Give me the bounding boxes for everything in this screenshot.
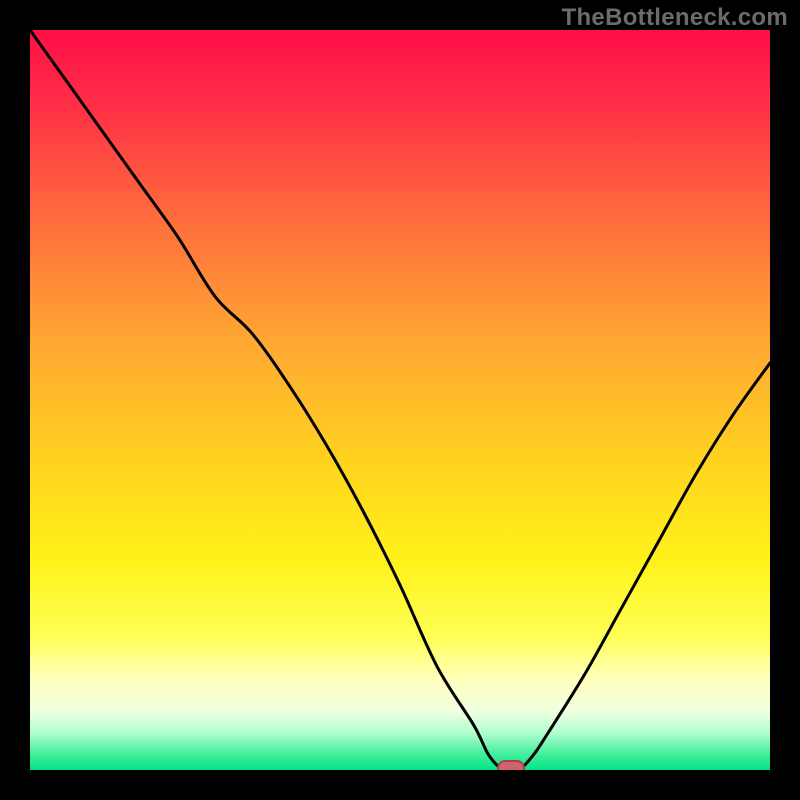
- bottleneck-curve: [30, 30, 770, 770]
- minimum-marker: [497, 760, 525, 770]
- watermark-text: TheBottleneck.com: [562, 4, 788, 32]
- bottleneck-chart: { "watermark": "TheBottleneck.com", "cha…: [0, 0, 800, 800]
- plot-area: [30, 30, 770, 770]
